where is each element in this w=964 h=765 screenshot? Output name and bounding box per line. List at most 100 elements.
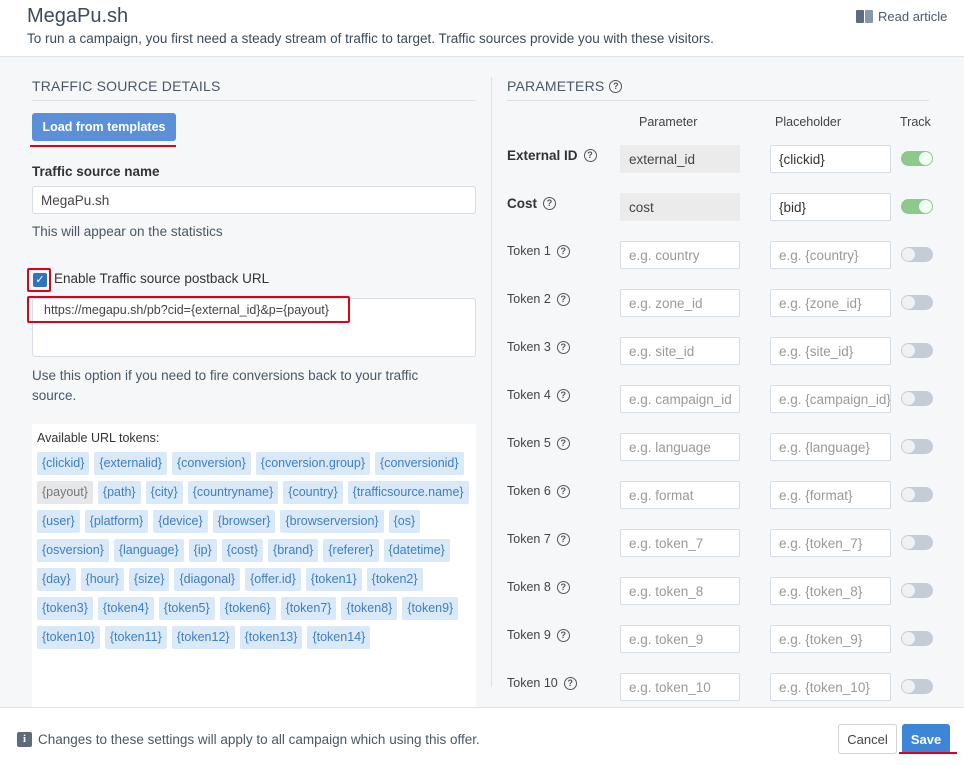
placeholder-input[interactable]: e.g. {site_id} [770, 337, 891, 365]
url-token[interactable]: {country} [283, 481, 343, 504]
parameter-input[interactable]: e.g. token_7 [620, 529, 740, 557]
parameter-input[interactable]: e.g. campaign_id [620, 385, 740, 413]
help-icon[interactable]: ? [609, 79, 623, 93]
placeholder-input[interactable]: e.g. {campaign_id} [770, 385, 891, 413]
help-icon[interactable]: ? [583, 149, 597, 162]
url-token[interactable]: {token5} [158, 597, 215, 620]
url-token[interactable]: {token14} [307, 626, 371, 649]
track-toggle[interactable] [901, 247, 933, 262]
help-icon[interactable]: ? [556, 292, 570, 306]
placeholder-input[interactable]: e.g. {token_10} [770, 673, 891, 701]
track-toggle[interactable] [901, 535, 933, 550]
url-token[interactable]: {token10} [37, 626, 100, 649]
url-token[interactable]: {token2} [366, 568, 423, 591]
url-token[interactable]: {user} [37, 510, 80, 533]
help-icon[interactable]: ? [556, 340, 570, 354]
url-token[interactable]: {clickid} [37, 452, 90, 475]
parameter-input[interactable]: e.g. token_10 [620, 673, 740, 701]
url-token[interactable]: {os} [388, 510, 421, 533]
url-token[interactable]: {cost} [221, 539, 264, 562]
url-token[interactable]: {token11} [104, 626, 167, 649]
help-icon[interactable]: ? [556, 436, 570, 450]
url-token[interactable]: {token9} [402, 597, 459, 620]
parameter-input[interactable]: e.g. token_8 [620, 577, 740, 605]
postback-checkbox[interactable]: ✓ [33, 273, 47, 287]
url-token[interactable]: {day} [37, 568, 76, 591]
track-toggle[interactable] [901, 295, 933, 310]
url-token[interactable]: {token13} [239, 626, 303, 649]
url-token[interactable]: {datetime} [383, 539, 450, 562]
url-token[interactable]: {hour} [80, 568, 124, 591]
url-token[interactable]: {payout} [37, 481, 93, 504]
parameter-input[interactable]: e.g. token_9 [620, 625, 740, 653]
help-icon[interactable]: ? [556, 532, 570, 546]
track-toggle[interactable] [901, 199, 933, 214]
url-token[interactable]: {device} [153, 510, 208, 533]
parameter-label-text: Token 5 [507, 436, 551, 450]
track-toggle[interactable] [901, 391, 933, 406]
load-from-templates-button[interactable]: Load from templates [32, 113, 176, 141]
url-token[interactable]: {size} [128, 568, 170, 591]
help-icon[interactable]: ? [556, 388, 570, 402]
parameter-input[interactable]: e.g. country [620, 241, 740, 269]
url-token[interactable]: {browser} [212, 510, 276, 533]
placeholder-input[interactable]: e.g. {language} [770, 433, 891, 461]
placeholder-input[interactable]: e.g. {token_7} [770, 529, 891, 557]
url-token[interactable]: {language} [113, 539, 184, 562]
url-token[interactable]: {token12} [171, 626, 235, 649]
url-token[interactable]: {token7} [280, 597, 337, 620]
placeholder-input[interactable]: e.g. {token_8} [770, 577, 891, 605]
track-toggle[interactable] [901, 439, 933, 454]
url-token[interactable]: {token1} [305, 568, 362, 591]
url-token[interactable]: {conversion} [171, 452, 251, 475]
parameter-input[interactable]: e.g. language [620, 433, 740, 461]
url-token[interactable]: {offer.id} [245, 568, 301, 591]
url-token[interactable]: {ip} [188, 539, 217, 562]
help-icon[interactable]: ? [556, 628, 570, 642]
placeholder-input[interactable]: e.g. {format} [770, 481, 891, 509]
url-token[interactable]: {referer} [323, 539, 379, 562]
parameter-input[interactable]: e.g. site_id [620, 337, 740, 365]
track-toggle[interactable] [901, 151, 933, 166]
cancel-button[interactable]: Cancel [838, 724, 897, 754]
url-token[interactable]: {platform} [84, 510, 149, 533]
url-token[interactable]: {city} [145, 481, 183, 504]
help-icon[interactable]: ? [563, 676, 577, 690]
url-token[interactable]: {trafficsource.name} [347, 481, 469, 504]
url-token[interactable]: {token6} [219, 597, 276, 620]
url-token[interactable]: {conversionid} [375, 452, 464, 475]
parameter-label-text: Token 4 [507, 388, 551, 402]
url-token[interactable]: {token8} [341, 597, 398, 620]
track-toggle[interactable] [901, 343, 933, 358]
url-token[interactable]: {token3} [37, 597, 93, 620]
track-toggle[interactable] [901, 631, 933, 646]
url-token[interactable]: {conversion.group} [255, 452, 371, 475]
placeholder-input[interactable]: {bid} [770, 193, 891, 221]
placeholder-input[interactable]: e.g. {token_9} [770, 625, 891, 653]
read-article-link[interactable]: Read article [856, 9, 947, 24]
save-button[interactable]: Save [902, 724, 950, 754]
available-tokens-panel: Available URL tokens: {clickid} {external… [32, 424, 476, 707]
url-token[interactable]: {osversion} [37, 539, 109, 562]
placeholder-input[interactable]: e.g. {zone_id} [770, 289, 891, 317]
url-token[interactable]: {browserversion} [280, 510, 384, 533]
url-token[interactable]: {path} [97, 481, 141, 504]
placeholder-input[interactable]: e.g. {country} [770, 241, 891, 269]
traffic-source-name-input[interactable]: MegaPu.sh [32, 186, 476, 214]
placeholder-input[interactable]: {clickid} [770, 145, 891, 173]
url-token[interactable]: {countryname} [187, 481, 279, 504]
help-icon[interactable]: ? [556, 244, 570, 258]
help-icon[interactable]: ? [556, 580, 570, 594]
track-toggle[interactable] [901, 487, 933, 502]
url-token[interactable]: {diagonal} [174, 568, 241, 591]
parameter-input: cost [620, 193, 740, 221]
url-token[interactable]: {token4} [97, 597, 154, 620]
help-icon[interactable]: ? [556, 484, 570, 498]
url-token[interactable]: {externalid} [94, 452, 167, 475]
parameter-input[interactable]: e.g. zone_id [620, 289, 740, 317]
parameter-input[interactable]: e.g. format [620, 481, 740, 509]
url-token[interactable]: {brand} [268, 539, 319, 562]
track-toggle[interactable] [901, 679, 933, 694]
help-icon[interactable]: ? [543, 197, 556, 210]
track-toggle[interactable] [901, 583, 933, 598]
